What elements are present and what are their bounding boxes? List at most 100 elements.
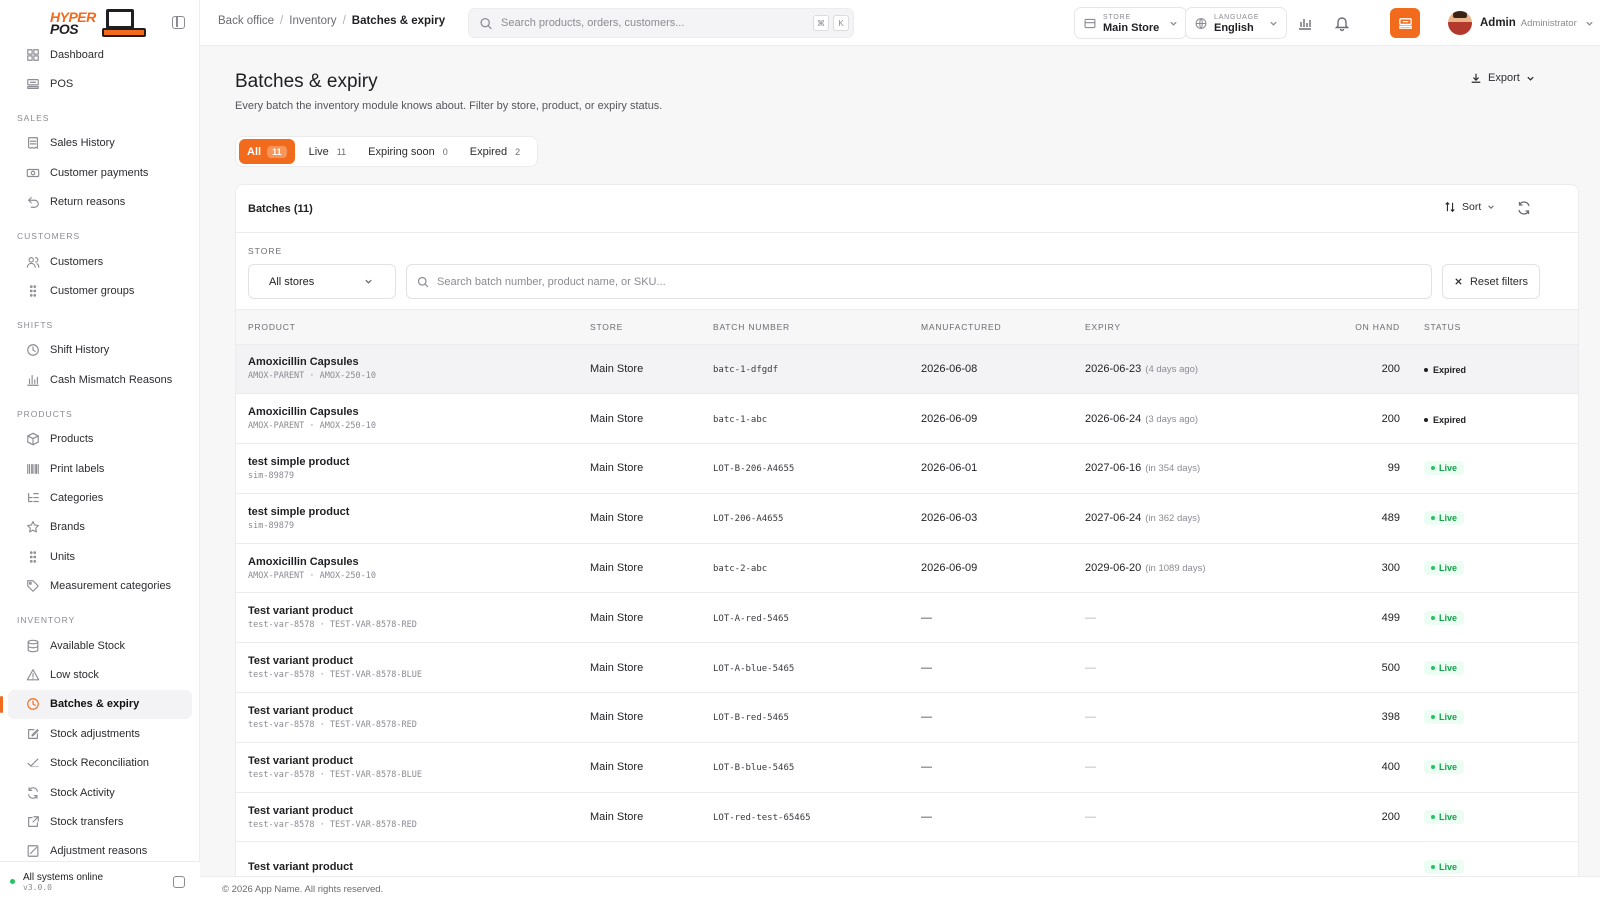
user-menu[interactable]: Admin Administrator	[1448, 11, 1594, 35]
expiry-relative: (in 362 days)	[1145, 513, 1201, 525]
download-icon	[1471, 73, 1481, 83]
product-name[interactable]: test simple product	[248, 456, 578, 468]
table-row[interactable]: Test variant product test-var-8578 · TEST…	[236, 593, 1578, 643]
language-selector[interactable]: LANGUAGE English	[1185, 7, 1288, 39]
analytics-icon[interactable]	[1296, 14, 1314, 32]
cell-on-hand: 300	[1381, 562, 1400, 575]
sidebar-item-units[interactable]: Units	[8, 542, 192, 571]
product-name[interactable]: test simple product	[248, 506, 578, 518]
column-header-manufactured[interactable]: MANUFACTURED	[909, 310, 1073, 344]
sidebar-item-label: Products	[50, 433, 94, 446]
sidebar-item-stock-reconciliation[interactable]: Stock Reconciliation	[8, 748, 192, 777]
sidebar-item-customer-payments[interactable]: Customer payments	[8, 158, 192, 187]
collapse-sidebar-icon[interactable]	[172, 16, 185, 29]
logo[interactable]: HYPER POS	[50, 9, 146, 37]
register-logo-icon	[101, 9, 146, 37]
product-name[interactable]: Test variant product	[248, 705, 578, 717]
export-button[interactable]: Export	[1470, 72, 1535, 84]
table-row[interactable]: test simple product sim-89879 Main Store LO…	[236, 493, 1578, 544]
language-selector-label: LANGUAGE	[1214, 13, 1260, 21]
sidebar-item-return-reasons[interactable]: Return reasons	[8, 188, 192, 217]
sidebar-item-label: Stock Activity	[50, 786, 115, 799]
product-name[interactable]: Test variant product	[248, 605, 578, 617]
cash-icon	[26, 166, 40, 180]
store-selector[interactable]: STORE Main Store	[1074, 7, 1188, 39]
sidebar-item-dashboard[interactable]: Dashboard	[8, 40, 192, 69]
sidebar-item-categories[interactable]: Categories	[8, 483, 192, 512]
table-row[interactable]: Test variant product test-var-8578 · TEST…	[236, 643, 1578, 693]
sidebar-item-customer-groups[interactable]: Customer groups	[8, 276, 192, 305]
table-row[interactable]: test simple product sim-89879 Main Store LO…	[236, 444, 1578, 494]
product-name[interactable]: Test variant product	[248, 655, 578, 667]
breadcrumb-back-office[interactable]: Back office	[218, 15, 274, 27]
sidebar-item-low-stock[interactable]: Low stock	[8, 660, 192, 689]
global-search-input[interactable]: Search products, orders, customers... ⌘ …	[468, 8, 854, 38]
product-name[interactable]: Test variant product	[248, 861, 578, 873]
column-header-status[interactable]: STATUS	[1412, 310, 1578, 344]
sidebar-item-products[interactable]: Products	[8, 425, 192, 454]
sidebar-item-brands[interactable]: Brands	[8, 513, 192, 542]
bell-icon[interactable]	[1333, 14, 1351, 32]
product-name[interactable]: Test variant product	[248, 805, 578, 817]
product-name[interactable]: Amoxicillin Capsules	[248, 356, 578, 368]
breadcrumb-separator: /	[342, 15, 346, 27]
batch-search-input[interactable]: Search batch number, product name, or SK…	[406, 264, 1432, 299]
tab-all[interactable]: All 11	[239, 139, 295, 164]
table-header-row: PRODUCT STORE BATCH NUMBER MANUFACTURED EXPI…	[236, 310, 1578, 344]
chevron-down-icon	[1586, 21, 1593, 26]
sidebar-item-stock-adjustments[interactable]: Stock adjustments	[8, 719, 192, 748]
sidebar-item-customers[interactable]: Customers	[8, 247, 192, 276]
tab-count: 0	[442, 146, 448, 157]
sidebar-item-stock-transfers[interactable]: Stock transfers	[8, 807, 192, 836]
tab-live[interactable]: Live 11	[301, 139, 355, 164]
product-name[interactable]: Amoxicillin Capsules	[248, 556, 578, 568]
sidebar-item-cash-mismatch-reasons[interactable]: Cash Mismatch Reasons	[8, 365, 192, 394]
cell-batch: LOT-A-red-5465	[701, 593, 909, 643]
product-name[interactable]: Test variant product	[248, 755, 578, 767]
tab-expired[interactable]: Expired 2	[462, 139, 528, 164]
reset-filters-button[interactable]: Reset filters	[1442, 264, 1540, 299]
sidebar-item-batches-and-expiry[interactable]: Batches & expiry	[0, 689, 192, 720]
sort-button[interactable]: Sort	[1444, 201, 1495, 213]
cell-manufactured: 2026-06-09	[909, 543, 1073, 593]
breadcrumb-inventory[interactable]: Inventory	[289, 15, 336, 27]
expiry-relative: (3 days ago)	[1145, 413, 1199, 425]
store-filter-select[interactable]: All stores	[248, 264, 396, 299]
table-row[interactable]: Test variant product test-var-8578 · TEST…	[236, 792, 1578, 842]
expiry-relative: (in 1089 days)	[1145, 563, 1206, 575]
table-row[interactable]: Amoxicillin Capsules AMOX-PARENT · AMOX-2…	[236, 394, 1578, 444]
sidebar-item-available-stock[interactable]: Available Stock	[8, 631, 192, 660]
chevron-down-icon	[1527, 76, 1534, 81]
cell-expiry: —	[1073, 792, 1337, 842]
sidebar-item-print-labels[interactable]: Print labels	[8, 454, 192, 483]
column-header-expiry[interactable]: EXPIRY	[1073, 310, 1337, 344]
status-dot-icon	[1431, 615, 1435, 620]
product-name[interactable]: Amoxicillin Capsules	[248, 406, 578, 418]
table-row[interactable]: Test variant product test-var-8578 · TEST…	[236, 742, 1578, 793]
column-header-on-hand[interactable]: ON HAND	[1337, 310, 1412, 344]
refresh-icon[interactable]	[1516, 200, 1532, 216]
sidebar-item-sales-history[interactable]: Sales History	[8, 129, 192, 158]
table-row[interactable]: Test variant product test-var-8578 · TEST…	[236, 693, 1578, 743]
pos-button[interactable]	[1390, 8, 1420, 38]
column-header-product[interactable]: PRODUCT	[236, 310, 578, 344]
collapse-panel-icon[interactable]	[173, 876, 185, 888]
sidebar-item-pos[interactable]: POS	[8, 69, 192, 98]
sidebar-section-customers: CUSTOMERS	[17, 230, 81, 241]
cell-manufactured: 2026-06-01	[909, 444, 1073, 494]
sidebar-item-measurement-categories[interactable]: Measurement categories	[8, 571, 192, 600]
status-dot-icon	[1431, 665, 1435, 670]
table-row[interactable]: Amoxicillin Capsules AMOX-PARENT · AMOX-2…	[236, 344, 1578, 394]
column-header-batch-number[interactable]: BATCH NUMBER	[701, 310, 909, 344]
status-badge: Live	[1424, 710, 1465, 725]
table-row[interactable]: Amoxicillin Capsules AMOX-PARENT · AMOX-2…	[236, 543, 1578, 593]
sidebar-item-stock-activity[interactable]: Stock Activity	[8, 778, 192, 807]
database-icon	[26, 639, 40, 653]
product-sku: test-var-8578 · TEST-VAR-8578-RED	[248, 620, 417, 631]
sidebar-item-shift-history[interactable]: Shift History	[8, 336, 192, 365]
cell-expiry: —	[1073, 742, 1337, 792]
tab-expiring-soon[interactable]: Expiring soon 0	[360, 139, 456, 164]
register-icon	[26, 77, 40, 91]
batches-table: PRODUCT STORE BATCH NUMBER MANUFACTURED EXPI…	[236, 310, 1578, 892]
column-header-store[interactable]: STORE	[578, 310, 701, 344]
